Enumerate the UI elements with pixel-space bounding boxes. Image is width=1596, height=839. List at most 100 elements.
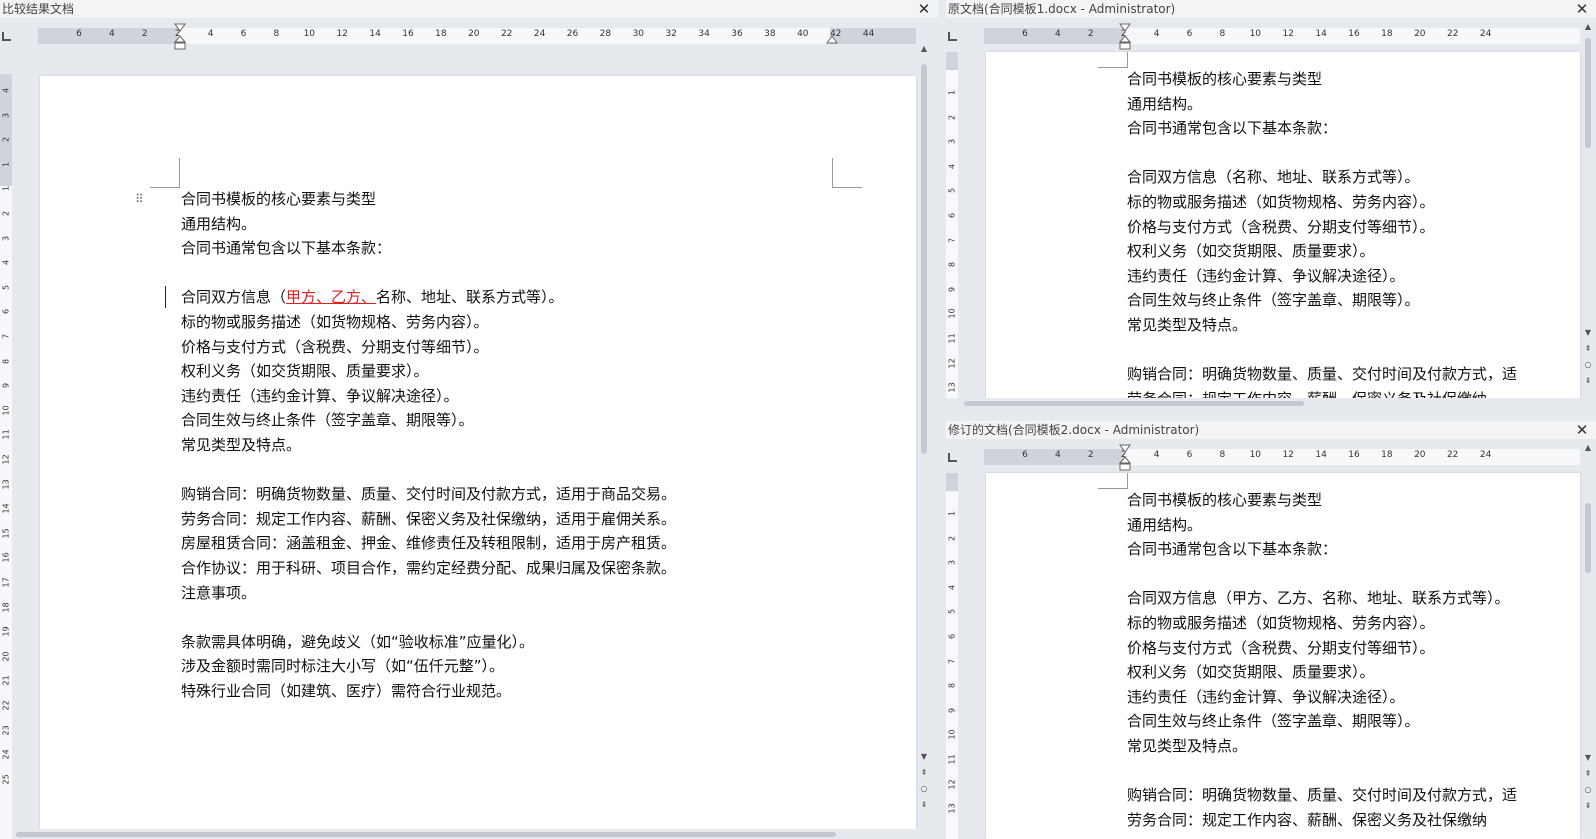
scroll-up-icon[interactable]: ▲ — [1582, 443, 1594, 453]
original-document-page[interactable]: 合同书模板的核心要素与类型 通用结构。 合同书通常包含以下基本条款： 合同双方信息（名… — [986, 52, 1580, 398]
compare-horizontal-ruler[interactable]: 6 4 2 2 4 6 8 10 12 14 16 18 20 22 24 26 28 30 32 34 36 38 40 4… — [38, 28, 916, 44]
scroll-down-icon[interactable]: ▼ — [918, 752, 930, 762]
revised-scroll-thumb[interactable] — [1585, 503, 1591, 573]
revised-pane-title: 修订的文档(合同模板2.docx - Administrator) — [948, 423, 1200, 437]
document-line: 违约责任（违约金计算、争议解决途径）。 — [181, 386, 459, 405]
ruler-tick-label: 36 — [731, 29, 743, 39]
ruler-tick-label: 22 — [1446, 450, 1459, 460]
select-browse-object-icon[interactable]: ○ — [918, 784, 930, 794]
original-horizontal-ruler[interactable]: 6 4 2 2 4 6 8 10 12 14 16 18 20 22 24 — [984, 28, 1580, 44]
ruler-tick-label: 10 — [1249, 450, 1262, 460]
document-line: 合同书模板的核心要素与类型 — [1127, 491, 1323, 509]
vruler-tick-label: 9 — [1, 383, 11, 389]
select-browse-object-icon[interactable]: ○ — [1582, 360, 1594, 370]
document-line: 标的物或服务描述（如货物规格、劳务内容）。 — [1127, 192, 1435, 211]
vruler-tick-label: 4 — [947, 584, 957, 590]
compare-scroll-thumb[interactable] — [921, 64, 927, 454]
vruler-tick-label: 5 — [947, 609, 957, 615]
select-browse-object-icon[interactable]: ○ — [1582, 785, 1594, 795]
original-hscroll-thumb[interactable] — [964, 401, 1304, 406]
revised-horizontal-ruler[interactable]: 6 4 2 2 4 6 8 10 12 14 16 18 20 22 24 — [984, 449, 1580, 465]
vruler-tick-label: 3 — [1, 112, 11, 118]
document-line: 购销合同：明确货物数量、质量、交付时间及付款方式，适用于商品交易。 — [181, 485, 677, 504]
first-line-indent-marker[interactable] — [1119, 23, 1131, 35]
first-line-indent-marker[interactable] — [1119, 444, 1131, 456]
compare-pane-close-icon[interactable]: ✕ — [916, 0, 932, 18]
document-line: 违约责任（违约金计算、争议解决途径）。 — [1127, 687, 1405, 706]
original-document-pane: 原文档(合同模板1.docx - Administrator) ✕ 642246… — [946, 0, 1596, 418]
tracked-insertion[interactable]: 甲方、乙方、 — [286, 288, 376, 306]
ruler-tick-label: 6 — [1022, 29, 1028, 39]
scroll-up-icon[interactable]: ▲ — [1582, 22, 1594, 32]
document-line: 合同双方信息（甲方、乙方、名称、地址、联系方式等）。 — [1127, 589, 1510, 608]
document-line: 通用结构。 — [181, 214, 257, 233]
vruler-tick-label: 1 — [947, 510, 957, 517]
hanging-indent-marker[interactable] — [174, 35, 186, 51]
hanging-indent-marker[interactable] — [1119, 456, 1131, 472]
original-horizontal-scrollbar[interactable] — [960, 398, 1582, 408]
ruler-tick-label: 20 — [468, 29, 480, 39]
scroll-up-icon[interactable]: ▲ — [918, 44, 930, 54]
vruler-tick-label: 2 — [1, 137, 11, 143]
hanging-indent-marker[interactable] — [1119, 35, 1131, 51]
next-page-icon[interactable]: ⇟ — [1582, 801, 1594, 811]
vruler-tick-label: 10 — [1, 405, 11, 416]
vruler-tick-label: 3 — [947, 139, 957, 145]
revised-vertical-ruler[interactable]: 1 2 3 4 5 6 7 8 9 10 11 12 13 — [946, 473, 958, 839]
original-document-body[interactable]: 合同书模板的核心要素与类型 通用结构。 合同书通常包含以下基本条款： 合同双方信息（名… — [1127, 67, 1517, 398]
next-page-icon[interactable]: ⇟ — [1582, 376, 1594, 386]
document-line: 合同生效与终止条件（签字盖章、期限等）。 — [1127, 291, 1420, 310]
original-pane-close-icon[interactable]: ✕ — [1574, 0, 1590, 18]
scroll-down-icon[interactable]: ▼ — [1582, 753, 1594, 763]
vruler-tick-label: 22 — [1, 700, 11, 711]
compare-horizontal-scrollbar[interactable] — [14, 829, 918, 839]
compare-pane-title: 比较结果文档 — [2, 2, 75, 16]
first-line-indent-marker[interactable] — [174, 23, 186, 35]
revised-vertical-scrollbar[interactable]: ▲ ▼ ⇞ ○ ⇟ — [1582, 443, 1594, 839]
original-vertical-scrollbar[interactable]: ▲ ▼ ⇞ ○ ⇟ — [1582, 22, 1594, 402]
crop-mark-top-left — [150, 158, 180, 188]
tab-stop-selector-icon[interactable] — [948, 453, 957, 462]
vruler-tick-label: 8 — [947, 262, 957, 268]
vruler-tick-label: 10 — [947, 308, 957, 319]
document-line: 注意事项。 — [181, 583, 257, 602]
vruler-tick-label: 15 — [1, 528, 11, 539]
compare-vertical-scrollbar[interactable]: ▲ ▼ ⇞ ○ ⇟ — [918, 44, 930, 839]
crop-mark-top-left — [1098, 473, 1128, 489]
document-line: 合同生效与终止条件（签字盖章、期限等）。 — [181, 411, 474, 430]
compare-hscroll-thumb[interactable] — [16, 832, 836, 837]
compare-document-page[interactable]: ⠿ 合同书模板的核心要素与类型 通用结构。 合同书通常包含以下基本条款： 合同双方信息… — [40, 76, 916, 839]
revised-document-body[interactable]: 合同书模板的核心要素与类型 通用结构。 合同书通常包含以下基本条款： 合同双方信息（甲… — [1127, 488, 1517, 832]
prev-page-icon[interactable]: ⇞ — [1582, 769, 1594, 779]
pane-splitter[interactable] — [938, 0, 946, 839]
compare-vertical-ruler[interactable]: 4 3 2 1 1 2 3 4 5 6 7 8 9 10 11 12 13 14 15 16 17 18 19 20 21 22 2… — [0, 74, 12, 839]
revised-pane-titlebar: 修订的文档(合同模板2.docx - Administrator) ✕ — [946, 421, 1596, 439]
ruler-tick-label: 22 — [500, 29, 513, 39]
original-vertical-ruler[interactable]: 1 2 3 4 5 6 7 8 9 10 11 12 13 — [946, 52, 958, 398]
original-scroll-thumb[interactable] — [1585, 38, 1591, 148]
next-page-icon[interactable]: ⇟ — [918, 800, 930, 810]
compare-hruler-row: 6 4 2 2 4 6 8 10 12 14 16 18 20 22 24 26 28 30 32 34 36 38 40 4… — [0, 22, 938, 52]
revised-pane-close-icon[interactable]: ✕ — [1574, 421, 1590, 439]
vruler-tick-label: 23 — [1, 724, 11, 736]
revised-document-page[interactable]: 合同书模板的核心要素与类型 通用结构。 合同书通常包含以下基本条款： 合同双方信息（甲… — [986, 473, 1580, 839]
paragraph-drag-handle-icon[interactable]: ⠿ — [135, 192, 144, 206]
vruler-tick-label: 13 — [1, 478, 11, 490]
ruler-tick-label: 10 — [1249, 29, 1262, 39]
prev-page-icon[interactable]: ⇞ — [1582, 344, 1594, 354]
document-line: 房屋租赁合同：涵盖租金、押金、维修责任及转租限制，适用于房产租赁。 — [181, 534, 677, 553]
vruler-tick-label: 4 — [1, 260, 11, 266]
ruler-tick-label: 4 — [207, 29, 214, 39]
prev-page-icon[interactable]: ⇞ — [918, 768, 930, 778]
right-indent-marker[interactable] — [826, 35, 838, 45]
scroll-down-icon[interactable]: ▼ — [1582, 328, 1594, 338]
document-line: 劳务合同：规定工作内容、薪酬、保密义务及社保缴纳，适用于雇佣关系。 — [181, 509, 677, 528]
compare-document-body[interactable]: 合同书模板的核心要素与类型 通用结构。 合同书通常包含以下基本条款： 合同双方信息（甲… — [181, 187, 676, 703]
ruler-tick-label: 16 — [402, 29, 414, 39]
tab-stop-selector-icon[interactable] — [948, 32, 957, 41]
ruler-tick-label: 8 — [273, 29, 280, 39]
document-compare-window: 比较结果文档 ✕ 6 4 2 2 4 6 8 10 12 14 16 18 20 22 24 26 28 30 32… — [0, 0, 1596, 839]
tab-stop-selector-icon[interactable] — [2, 32, 11, 41]
